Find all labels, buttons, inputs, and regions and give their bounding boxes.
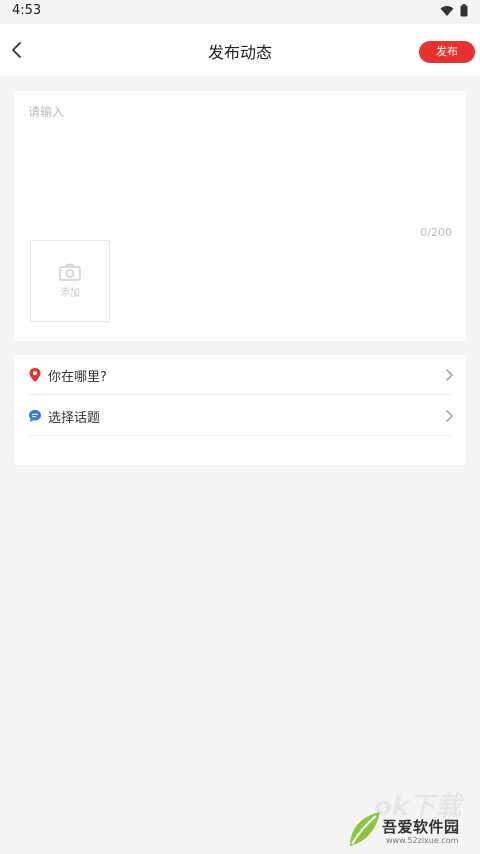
add-photo-label: 添加 xyxy=(60,288,80,299)
publish-button[interactable]: 发布 xyxy=(419,41,475,63)
location-option-label: 你在哪里? xyxy=(48,370,107,385)
watermark-brand: 吾爱软件园 xyxy=(382,818,460,836)
divider xyxy=(28,435,452,436)
topic-option-label: 选择话题 xyxy=(48,411,101,426)
location-option[interactable]: 你在哪里? xyxy=(14,355,466,395)
leaf-logo-icon xyxy=(350,812,380,846)
camera-icon xyxy=(59,263,81,281)
location-pin-icon xyxy=(29,368,41,382)
add-photo-button[interactable]: 添加 xyxy=(30,240,110,322)
status-icons xyxy=(440,4,468,17)
post-text-input[interactable]: 请输入 xyxy=(28,103,448,223)
divider xyxy=(28,394,452,395)
post-options-card: 你在哪里? 选择话题 xyxy=(14,355,466,465)
watermark: ok下载 吾爱软件园 www.52zixue.com xyxy=(344,786,474,850)
post-editor-card: 请输入 0/200 添加 xyxy=(14,91,466,341)
status-bar: 4:53 xyxy=(0,0,480,24)
chevron-right-icon xyxy=(446,410,453,422)
watermark-url: www.52zixue.com xyxy=(386,836,459,845)
page-title: 发布动态 xyxy=(207,43,272,62)
topic-bubble-icon xyxy=(29,410,41,422)
wifi-icon xyxy=(440,5,454,16)
chevron-right-icon xyxy=(446,369,453,381)
battery-icon xyxy=(460,4,468,17)
char-counter: 0/200 xyxy=(420,226,452,239)
topic-option[interactable]: 选择话题 xyxy=(14,396,466,436)
status-time: 4:53 xyxy=(12,3,42,18)
nav-bar: 发布动态 发布 xyxy=(0,24,480,76)
